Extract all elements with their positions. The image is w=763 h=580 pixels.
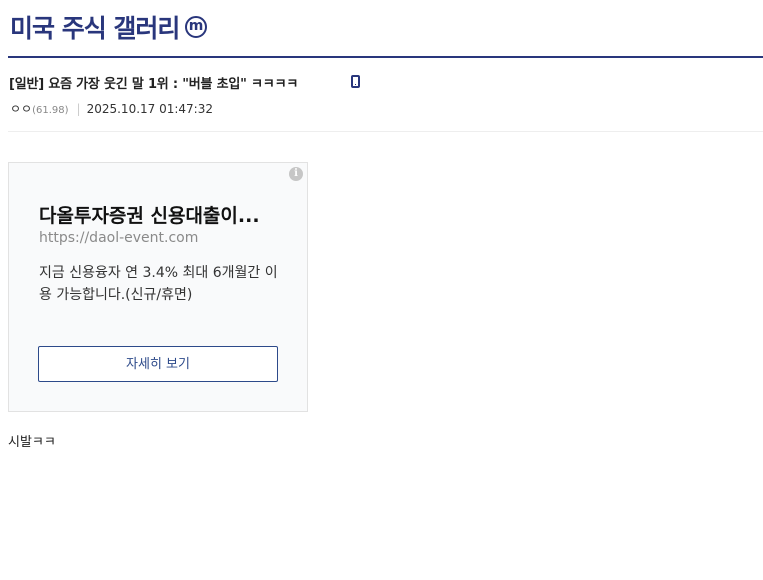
post-date: 2025.10.17 01:47:32 — [86, 102, 213, 116]
gallery-title[interactable]: 미국 주식 갤러리 — [10, 9, 180, 45]
ad-url[interactable]: https://daol-event.com — [39, 230, 198, 246]
info-icon[interactable]: i — [289, 167, 303, 181]
ad-banner[interactable]: i 다올투자증권 신용대출이... https://daol-event.com… — [8, 162, 308, 412]
author-ip: (61.98) — [32, 105, 69, 116]
author-name[interactable]: ㅇㅇ — [10, 102, 32, 116]
ad-details-button[interactable]: 자세히 보기 — [38, 346, 278, 382]
post-body: 시발ㅋㅋ — [8, 435, 56, 450]
ad-headline[interactable]: 다올투자증권 신용대출이... — [39, 201, 260, 228]
header-divider — [8, 131, 763, 132]
minor-gallery-badge-icon: m — [185, 16, 207, 38]
ad-body-text: 지금 신용융자 연 3.4% 최대 6개월간 이용 가능합니다.(신규/휴면) — [39, 265, 278, 303]
post-title: [일반] 요즘 가장 웃긴 말 1위 : "버블 초입" ㅋㅋㅋㅋ — [9, 77, 299, 92]
mobile-phone-icon — [351, 75, 360, 88]
gallery-header: 미국 주식 갤러리 m — [8, 0, 763, 58]
meta-separator: | — [76, 102, 81, 116]
post-meta: ㅇㅇ(61.98) | 2025.10.17 01:47:32 — [10, 100, 213, 117]
